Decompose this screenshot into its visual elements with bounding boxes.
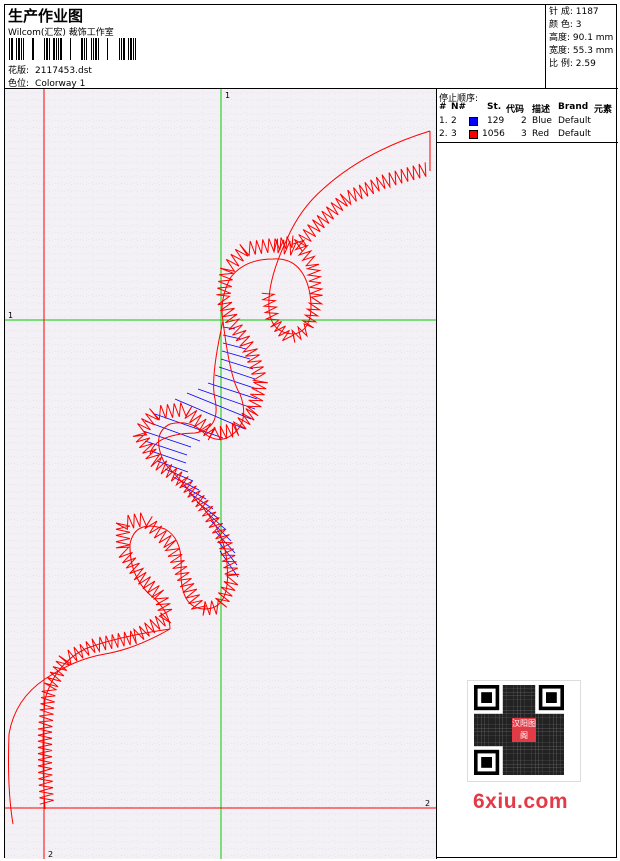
col-index: # bbox=[439, 102, 447, 112]
row-desc: Blue bbox=[532, 116, 552, 126]
panel-divider bbox=[437, 142, 618, 143]
design-label: 花版: bbox=[8, 66, 30, 76]
stat-scale: 比 例: 2.59 bbox=[549, 59, 596, 69]
row-code: 3 bbox=[521, 129, 527, 139]
row-stitches: 1056 bbox=[482, 129, 505, 139]
colorway-label: 色位: bbox=[8, 79, 30, 89]
qr-center-logo: 汉阳图阁 bbox=[512, 718, 536, 742]
design-row: 花版: 2117453.dst bbox=[8, 63, 92, 76]
col-element: 元素 bbox=[594, 105, 613, 115]
axis-label-right: 2 bbox=[425, 799, 430, 808]
sheet-title: 生产作业图 bbox=[8, 7, 84, 25]
stat-colors: 颜 色: 3 bbox=[549, 20, 582, 30]
row-index: 2. bbox=[439, 129, 448, 139]
colorway-value: Colorway 1 bbox=[35, 79, 86, 89]
axis-label-top: 1 bbox=[225, 91, 230, 100]
color-swatch-blue bbox=[469, 117, 478, 126]
stat-width: 宽度: 55.3 mm bbox=[549, 46, 614, 56]
col-stitches: St. bbox=[487, 102, 502, 112]
design-value: 2117453.dst bbox=[35, 66, 92, 76]
vendor-name: Wilcom(汇宏) 裁饰工作室 bbox=[8, 28, 114, 38]
col-code: 代码 bbox=[506, 105, 525, 115]
axis-label-bottom: 2 bbox=[48, 850, 53, 859]
design-stats: 针 成: 1187 颜 色: 3 高度: 90.1 mm 宽度: 55.3 mm… bbox=[546, 5, 618, 89]
design-canvas[interactable]: 1 1 2 2 bbox=[5, 89, 437, 859]
row-needle: 2 bbox=[451, 116, 457, 126]
stop-sequence-header: # N# St. 代码 描述 Brand 元素 bbox=[437, 102, 618, 115]
qr-code[interactable]: 汉阳图阁 bbox=[467, 680, 581, 782]
col-needle: N# bbox=[451, 102, 467, 112]
col-desc: 描述 bbox=[532, 105, 551, 115]
row-stitches: 129 bbox=[487, 116, 505, 126]
row-index: 1. bbox=[439, 116, 448, 126]
stop-row[interactable]: 2. 3 1056 3 Red Default bbox=[437, 129, 618, 141]
stat-height: 高度: 90.1 mm bbox=[549, 33, 614, 43]
row-brand: Default bbox=[558, 116, 591, 126]
barcode bbox=[9, 38, 136, 60]
col-brand: Brand bbox=[558, 102, 589, 112]
stat-stitches: 针 成: 1187 bbox=[549, 7, 599, 17]
row-brand: Default bbox=[558, 129, 591, 139]
color-swatch-red bbox=[469, 130, 478, 139]
sheet-header: 生产作业图 Wilcom(汇宏) 裁饰工作室 花版: 2117453.dst 色位… bbox=[5, 5, 546, 89]
colorway-row: 色位: Colorway 1 bbox=[8, 76, 85, 89]
watermark-text[interactable]: 6xiu.com bbox=[473, 790, 568, 814]
row-desc: Red bbox=[532, 129, 550, 139]
row-code: 2 bbox=[521, 116, 527, 126]
stop-row[interactable]: 1. 2 129 2 Blue Default bbox=[437, 116, 618, 128]
row-needle: 3 bbox=[451, 129, 457, 139]
design-drawing: 1 1 2 2 bbox=[5, 89, 436, 859]
axis-label-left: 1 bbox=[8, 311, 13, 320]
